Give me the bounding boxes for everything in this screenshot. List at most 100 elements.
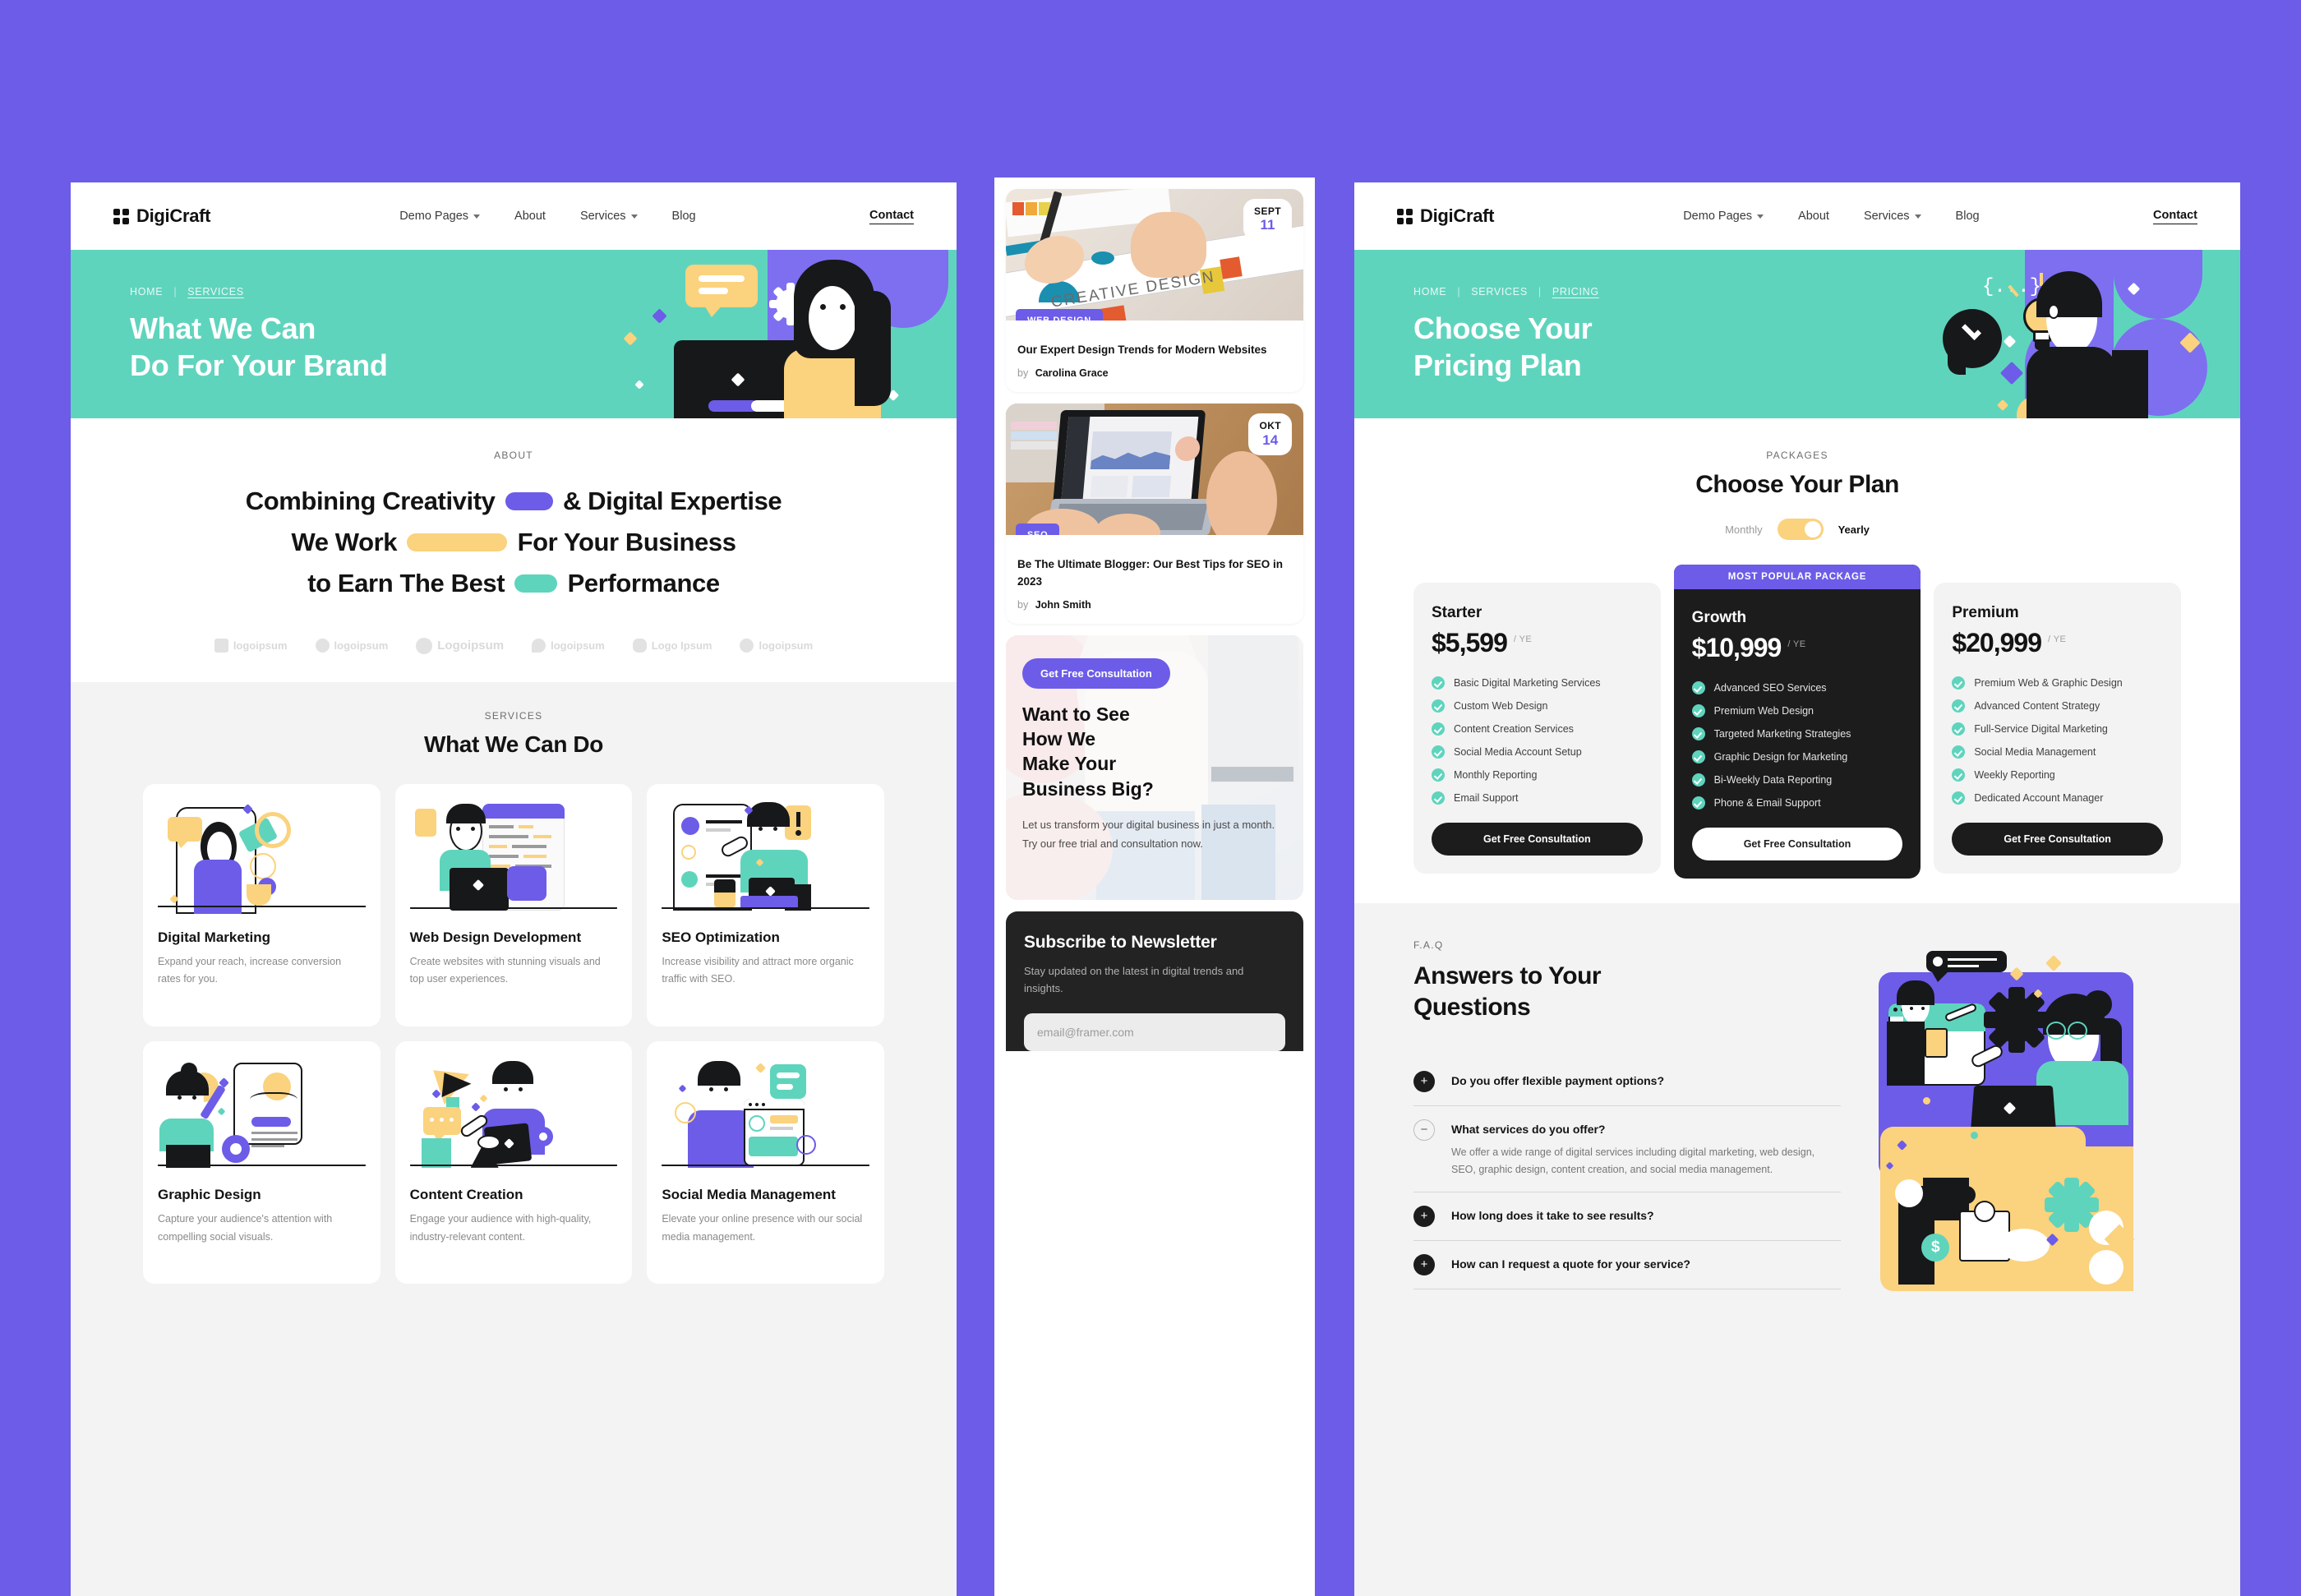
pricing-plan-grid: Starter $5,599 / YE Basic Digital Market…: [1354, 540, 2240, 879]
nav-item-about[interactable]: About: [1798, 210, 1829, 223]
blog-list: CREATIVE DESIGN SEPT 11 WEB DESIGN Our E…: [994, 178, 1315, 1052]
newsletter-email-input[interactable]: email@framer.com: [1024, 1013, 1285, 1052]
breadcrumb-current[interactable]: SERVICES: [187, 286, 244, 298]
get-free-consultation-button[interactable]: Get Free Consultation: [1022, 657, 1170, 689]
client-logo: logoipsum: [740, 639, 813, 653]
service-card-seo[interactable]: SEO Optimization Increase visibility and…: [647, 783, 884, 1026]
minus-icon[interactable]: −: [1413, 1119, 1435, 1141]
brand-logo[interactable]: DigiCraft: [1397, 205, 1495, 227]
faq-title-line-2: Questions: [1413, 993, 1531, 1021]
logo-mark-icon: [113, 208, 129, 224]
faq-item[interactable]: + How long does it take to see results?: [1413, 1192, 1841, 1241]
service-illustration: [662, 798, 869, 914]
plan-feature: Content Creation Services: [1432, 722, 1643, 736]
service-card-title: SEO Optimization: [662, 929, 780, 945]
service-card-social-media[interactable]: Social Media Management Elevate your onl…: [647, 1040, 884, 1285]
plus-icon[interactable]: +: [1413, 1070, 1435, 1092]
breadcrumb-current[interactable]: PRICING: [1552, 286, 1599, 298]
breadcrumb-services[interactable]: SERVICES: [1471, 286, 1528, 298]
nav-item-blog[interactable]: Blog: [1956, 210, 1980, 223]
service-card-digital-marketing[interactable]: Digital Marketing Expand your reach, inc…: [143, 783, 380, 1026]
check-icon: [1691, 727, 1705, 740]
blog-post-card[interactable]: CREATIVE DESIGN SEPT 11 WEB DESIGN Our E…: [1006, 189, 1303, 393]
contact-link[interactable]: Contact: [2153, 209, 2197, 224]
faq-illustration: $: [1874, 939, 2181, 1596]
plan-feature-label: Weekly Reporting: [1974, 769, 2055, 781]
post-title: Our Expert Design Trends for Modern Webs…: [1017, 344, 1267, 356]
service-card-desc: Expand your reach, increase conversion r…: [158, 955, 342, 985]
breadcrumb-home[interactable]: HOME: [130, 286, 163, 298]
check-icon: [1952, 791, 1966, 805]
brand-name: DigiCraft: [1420, 205, 1495, 226]
faq-item[interactable]: + How can I request a quote for your ser…: [1413, 1241, 1841, 1289]
nav-item-blog[interactable]: Blog: [672, 210, 696, 223]
nav-label: Services: [1863, 210, 1910, 223]
newsletter-section: Subscribe to Newsletter Stay updated on …: [1006, 911, 1303, 1052]
nav-item-about[interactable]: About: [514, 210, 546, 223]
service-card-content-creation[interactable]: Content Creation Engage your audience wi…: [394, 1040, 633, 1285]
plan-feature-list: Advanced SEO Services Premium Web Design…: [1691, 681, 1903, 810]
post-category-tag: SEO: [1016, 524, 1060, 536]
hero-illustration: [513, 250, 957, 418]
logo-glyph-icon: [315, 639, 330, 653]
post-by-label: by: [1017, 598, 1029, 611]
plan-feature: Bi-Weekly Data Reporting: [1691, 773, 1903, 786]
plan-feature: Graphic Design for Marketing: [1691, 750, 1903, 763]
check-icon: [1691, 704, 1705, 717]
blog-mobile-panel: CREATIVE DESIGN SEPT 11 WEB DESIGN Our E…: [994, 178, 1315, 1596]
plan-name: Starter: [1432, 604, 1483, 621]
plan-price: $20,999: [1952, 628, 2042, 657]
faq-content: F.A.Q Answers to Your Questions + Do you…: [1413, 939, 1841, 1596]
check-icon: [1952, 745, 1966, 759]
client-logo-label: logoipsum: [551, 639, 605, 653]
packages-title: Choose Your Plan: [1695, 471, 1899, 498]
nav-item-services[interactable]: Services: [580, 210, 638, 223]
billing-toggle-switch[interactable]: [1777, 519, 1824, 540]
services-eyebrow: SERVICES: [484, 709, 543, 722]
plus-icon[interactable]: +: [1413, 1253, 1435, 1275]
plan-cta-button[interactable]: Get Free Consultation: [1691, 828, 1903, 860]
contact-link[interactable]: Contact: [869, 209, 914, 224]
faq-item[interactable]: − What services do you offer? We offer a…: [1413, 1106, 1841, 1192]
brand-name: DigiCraft: [136, 205, 211, 226]
breadcrumb-home[interactable]: HOME: [1413, 286, 1446, 298]
plan-feature: Email Support: [1432, 791, 1643, 805]
plan-feature-label: Targeted Marketing Strategies: [1713, 728, 1851, 740]
toggle-label-monthly[interactable]: Monthly: [1725, 524, 1763, 536]
plan-price: $5,599: [1432, 628, 1508, 657]
nav-item-demo-pages[interactable]: Demo Pages: [1683, 210, 1764, 223]
post-byline: by Carolina Grace: [1017, 367, 1292, 379]
service-card-web-design[interactable]: Web Design Development Create websites w…: [394, 783, 633, 1026]
plan-feature: Advanced SEO Services: [1691, 681, 1903, 694]
about-section: ABOUT Combining Creativity & Digital Exp…: [71, 418, 957, 682]
service-card-desc: Engage your audience with high-quality, …: [409, 1213, 592, 1243]
logo-glyph-icon: [214, 639, 228, 653]
cta-title-line-3: Make Your: [1022, 753, 1117, 775]
faq-item[interactable]: + Do you offer flexible payment options?: [1413, 1058, 1841, 1106]
toggle-label-yearly[interactable]: Yearly: [1838, 524, 1870, 536]
nav-item-demo-pages[interactable]: Demo Pages: [399, 210, 481, 223]
faq-title-line-1: Answers to Your: [1413, 962, 1602, 989]
service-card-graphic-design[interactable]: Graphic Design Capture your audience's a…: [143, 1040, 380, 1285]
plan-cta-button[interactable]: Get Free Consultation: [1952, 823, 2163, 856]
highlight-pill-amber: [407, 533, 508, 552]
brand-logo[interactable]: DigiCraft: [113, 205, 211, 227]
plan-period: / YE: [1787, 639, 1806, 649]
service-illustration: [158, 798, 366, 914]
plan-price-row: $20,999 / YE: [1952, 628, 2163, 658]
blog-post-image: OKT 14 SEO: [1006, 404, 1303, 536]
plan-feature-label: Advanced Content Strategy: [1974, 700, 2100, 712]
nav-item-services[interactable]: Services: [1864, 210, 1921, 223]
cta-title-line-2: How We: [1022, 728, 1096, 750]
plan-feature: Advanced Content Strategy: [1952, 699, 2163, 713]
nav-label: Demo Pages: [1683, 210, 1753, 223]
plus-icon[interactable]: +: [1413, 1205, 1435, 1227]
cta-body: Let us transform your digital business i…: [1022, 819, 1275, 850]
chevron-down-icon: [473, 214, 481, 219]
blog-post-card[interactable]: OKT 14 SEO Be The Ultimate Blogger: Our …: [1006, 404, 1303, 624]
breadcrumb-separator: |: [173, 286, 178, 298]
cta-title-line-1: Want to See: [1022, 703, 1130, 725]
service-card-title: Web Design Development: [409, 929, 582, 945]
blog-post-body: Be The Ultimate Blogger: Our Best Tips f…: [1006, 535, 1303, 624]
plan-cta-button[interactable]: Get Free Consultation: [1432, 823, 1643, 856]
